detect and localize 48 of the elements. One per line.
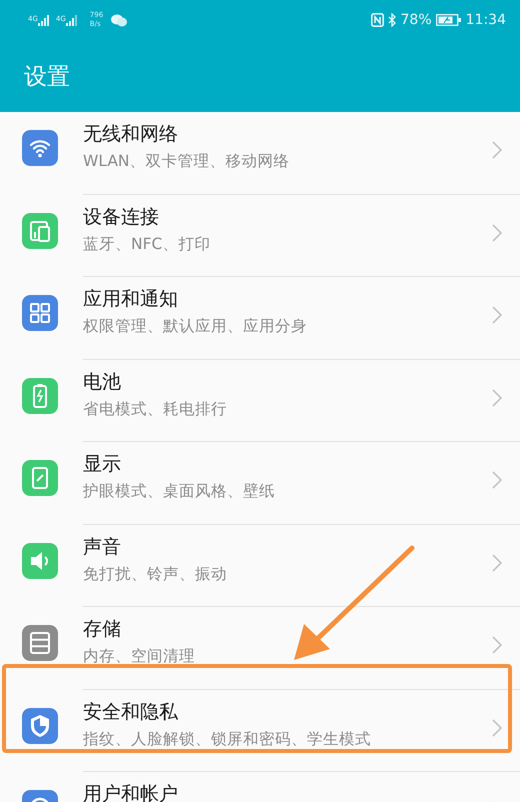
item-description: 指纹、人脸解锁、锁屏和密码、学生模式 bbox=[83, 728, 371, 750]
settings-item[interactable]: 声音 免打扰、铃声、振动 bbox=[0, 524, 520, 607]
settings-category-icon bbox=[22, 130, 58, 166]
item-description: 蓝牙、NFC、打印 bbox=[83, 234, 210, 254]
chevron-right-icon bbox=[492, 388, 502, 406]
item-title: 声音 bbox=[83, 534, 121, 560]
item-title: 无线和网络 bbox=[83, 122, 178, 147]
bluetooth-icon bbox=[388, 13, 397, 27]
clock-time: 11:34 bbox=[466, 12, 506, 28]
chevron-right-icon bbox=[492, 306, 502, 324]
chevron-right-icon bbox=[492, 554, 502, 572]
item-title: 安全和隐私 bbox=[83, 700, 178, 724]
settings-item[interactable]: 电池 省电模式、耗电排行 bbox=[0, 360, 520, 442]
settings-category-icon bbox=[22, 542, 58, 578]
settings-category-icon bbox=[22, 460, 58, 496]
item-title: 应用和通知 bbox=[83, 287, 178, 312]
item-description: 内存、空间清理 bbox=[83, 646, 195, 667]
signal-icon bbox=[66, 14, 78, 26]
nfc-icon bbox=[370, 13, 384, 27]
settings-category-icon bbox=[22, 378, 58, 414]
settings-item[interactable]: 显示 护眼模式、桌面风格、壁纸 bbox=[0, 442, 520, 524]
item-description: 省电模式、耗电排行 bbox=[83, 398, 227, 420]
chevron-right-icon bbox=[492, 141, 502, 159]
chevron-right-icon bbox=[492, 636, 502, 654]
item-description: WLAN、双卡管理、移动网络 bbox=[83, 151, 290, 172]
settings-item[interactable]: 应用和通知 权限管理、默认应用、应用分身 bbox=[0, 277, 520, 360]
item-description: 免打扰、铃声、振动 bbox=[83, 564, 227, 584]
battery-percentage: 78% bbox=[400, 12, 432, 28]
item-description: 护眼模式、桌面风格、壁纸 bbox=[83, 481, 275, 502]
item-title: 显示 bbox=[83, 452, 121, 477]
chat-bubbles-icon bbox=[111, 14, 128, 26]
settings-item[interactable]: 无线和网络 WLAN、双卡管理、移动网络 bbox=[0, 112, 520, 194]
settings-category-icon bbox=[22, 625, 58, 661]
settings-item[interactable]: 设备连接 蓝牙、NFC、打印 bbox=[0, 194, 520, 277]
item-description: 权限管理、默认应用、应用分身 bbox=[83, 316, 307, 337]
item-title: 电池 bbox=[83, 370, 121, 394]
chevron-right-icon bbox=[492, 224, 502, 242]
chevron-right-icon bbox=[492, 471, 502, 489]
settings-category-icon bbox=[22, 212, 58, 248]
signal-icon bbox=[38, 14, 50, 26]
item-title: 设备连接 bbox=[83, 204, 159, 230]
settings-category-icon bbox=[22, 708, 58, 744]
battery-charging-icon bbox=[436, 14, 462, 26]
item-title: 存储 bbox=[83, 617, 121, 642]
settings-item[interactable]: 安全和隐私 指纹、人脸解锁、锁屏和密码、学生模式 bbox=[0, 690, 520, 772]
page-title: 设置 bbox=[24, 64, 70, 90]
settings-category-icon bbox=[22, 295, 58, 331]
chevron-right-icon bbox=[492, 718, 502, 736]
